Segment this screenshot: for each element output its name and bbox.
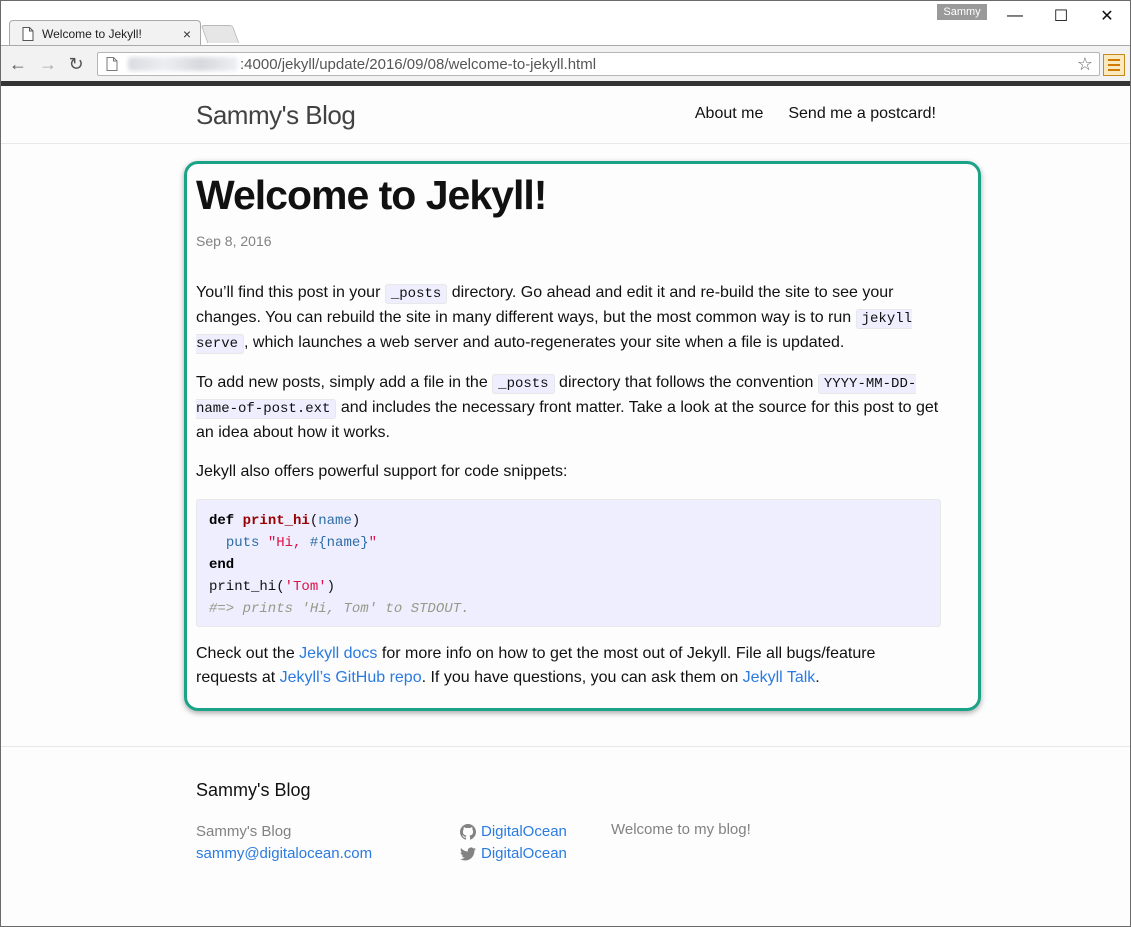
post-title: Welcome to Jekyll! bbox=[196, 172, 547, 218]
code-line: def print_hi(name) bbox=[209, 513, 361, 529]
maximize-button[interactable]: ☐ bbox=[1038, 1, 1084, 31]
inline-code: _posts bbox=[492, 374, 555, 394]
inline-code: _posts bbox=[384, 284, 448, 304]
footer-email-link[interactable]: sammy@digitalocean.com bbox=[196, 845, 372, 862]
browser-tab[interactable]: Welcome to Jekyll! × bbox=[9, 20, 201, 46]
footer-social: DigitalOcean DigitalOcean bbox=[460, 821, 567, 865]
site-title[interactable]: Sammy's Blog bbox=[196, 100, 356, 131]
code-line: end bbox=[209, 557, 235, 573]
window-controls: — ☐ ✕ bbox=[992, 1, 1130, 31]
url-text: :4000/jekyll/update/2016/09/08/welcome-t… bbox=[240, 55, 597, 73]
nav-link-about[interactable]: About me bbox=[695, 105, 763, 123]
site-nav: About me Send me a postcard! bbox=[695, 105, 936, 123]
close-window-button[interactable]: ✕ bbox=[1084, 1, 1130, 31]
footer-github-link[interactable]: DigitalOcean bbox=[481, 821, 567, 843]
footer-contact: Sammy's Blog sammy@digitalocean.com bbox=[196, 821, 372, 865]
browser-titlebar: Welcome to Jekyll! × Sammy — ☐ ✕ bbox=[1, 1, 1130, 46]
post-date: Sep 8, 2016 bbox=[196, 233, 272, 249]
forward-icon[interactable]: → bbox=[37, 53, 59, 75]
page-icon bbox=[106, 57, 118, 71]
back-icon[interactable]: ← bbox=[7, 53, 29, 75]
address-bar[interactable]: :4000/jekyll/update/2016/09/08/welcome-t… bbox=[97, 52, 1100, 76]
twitter-icon bbox=[460, 847, 476, 861]
reload-icon[interactable]: ↻ bbox=[65, 53, 87, 75]
code-line: puts "Hi, #{name}" bbox=[225, 535, 378, 551]
tab-title: Welcome to Jekyll! bbox=[42, 26, 142, 41]
site-header: Sammy's Blog About me Send me a postcard… bbox=[1, 86, 1130, 144]
post-paragraph: Jekyll also offers powerful support for … bbox=[196, 463, 568, 480]
footer-description: Welcome to my blog! bbox=[611, 821, 751, 838]
new-tab-button[interactable] bbox=[200, 25, 240, 43]
link-jekyll-docs[interactable]: Jekyll docs bbox=[299, 645, 377, 662]
site-footer: Sammy's Blog Sammy's Blog sammy@digitalo… bbox=[1, 746, 1130, 926]
profile-badge[interactable]: Sammy bbox=[937, 4, 987, 20]
web-page: Sammy's Blog About me Send me a postcard… bbox=[1, 86, 1130, 926]
browser-menu-icon[interactable] bbox=[1103, 54, 1125, 76]
code-line: print_hi('Tom') bbox=[209, 579, 336, 595]
link-jekyll-github[interactable]: Jekyll’s GitHub repo bbox=[280, 669, 422, 686]
post-content: You’ll find this post in your _posts dir… bbox=[196, 281, 941, 705]
post-paragraph: Check out the Jekyll docs for more info … bbox=[196, 645, 876, 686]
post-paragraph: To add new posts, simply add a file in t… bbox=[196, 374, 939, 441]
code-line: #=> prints 'Hi, Tom' to STDOUT. bbox=[209, 601, 470, 617]
link-jekyll-talk[interactable]: Jekyll Talk bbox=[743, 669, 816, 686]
code-block: def print_hi(name) puts "Hi, #{name}" en… bbox=[196, 499, 941, 627]
post-paragraph: You’ll find this post in your _posts dir… bbox=[196, 284, 913, 354]
footer-twitter-link[interactable]: DigitalOcean bbox=[481, 843, 567, 865]
footer-name: Sammy's Blog bbox=[196, 823, 292, 840]
page-icon bbox=[22, 26, 34, 41]
footer-heading: Sammy's Blog bbox=[196, 780, 311, 800]
nav-link-postcard[interactable]: Send me a postcard! bbox=[788, 105, 936, 123]
tab-close-icon[interactable]: × bbox=[178, 26, 196, 42]
redacted-host bbox=[128, 57, 238, 71]
bookmark-star-icon[interactable]: ☆ bbox=[1077, 54, 1093, 75]
github-icon bbox=[460, 824, 476, 840]
browser-toolbar: ← → ↻ :4000/jekyll/update/2016/09/08/wel… bbox=[1, 45, 1130, 81]
minimize-button[interactable]: — bbox=[992, 1, 1038, 31]
